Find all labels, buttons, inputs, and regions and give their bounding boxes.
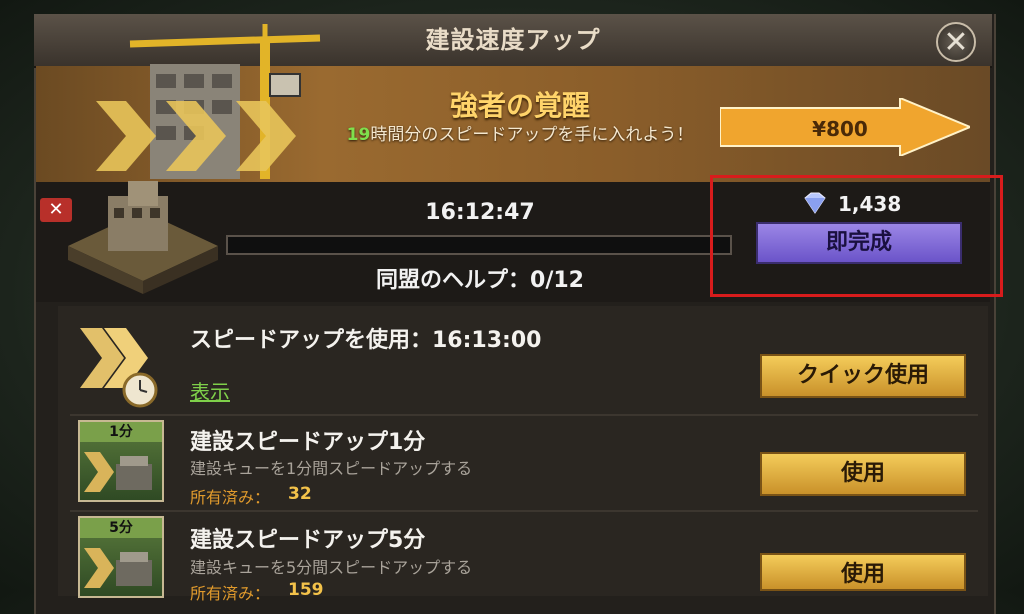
speedup-clock-icon (80, 328, 158, 408)
divider (70, 510, 978, 512)
speedup-1min-desc: 建設キューを1分間スピードアップする (190, 459, 473, 478)
show-link[interactable]: 表示 (190, 376, 230, 405)
owned-label: 所有済み： (190, 488, 271, 507)
divider (70, 414, 978, 416)
queue-timer: 16:12:47 (425, 200, 535, 225)
offer-subtitle: 19時間分のスピードアップを手に入れよう！ (300, 120, 740, 145)
building-icon (68, 181, 218, 294)
use-5min-button[interactable]: 使用 (760, 553, 966, 591)
construction-kit-icon (84, 548, 152, 588)
offer-hours: 19 (346, 125, 371, 145)
offer-subtitle-text: 時間分のスピードアップを手に入れよう！ (370, 125, 694, 145)
close-icon[interactable]: ✕ (936, 22, 976, 62)
cancel-icon[interactable]: ✕ (40, 198, 72, 222)
speedup-use-title: スピードアップを使用：16:13:00 (190, 328, 542, 353)
price-label[interactable]: ¥800 (760, 117, 920, 141)
speedup-1min-icon: 1分 (78, 420, 164, 502)
quick-use-button[interactable]: クイック使用 (760, 354, 966, 398)
owned-count: 32 (288, 484, 312, 504)
use-1min-button[interactable]: 使用 (760, 452, 966, 496)
queue-progress-bar (226, 235, 732, 255)
owned-count: 159 (288, 580, 324, 600)
owned-label: 所有済み： (190, 584, 271, 603)
duration-badge: 5分 (80, 518, 162, 538)
speedup-5min-title: 建設スピードアップ5分 (190, 528, 426, 553)
alliance-help-text: 同盟のヘルプ：0/12 (376, 268, 584, 293)
construction-kit-icon (84, 452, 152, 492)
speedup-5min-icon: 5分 (78, 516, 164, 598)
speedup-1min-title: 建設スピードアップ1分 (190, 430, 426, 455)
offer-title: 強者の覚醒 (449, 89, 590, 122)
duration-badge: 1分 (80, 422, 162, 442)
highlight-box (710, 175, 1003, 297)
speedup-5min-desc: 建設キューを5分間スピードアップする (190, 558, 473, 577)
